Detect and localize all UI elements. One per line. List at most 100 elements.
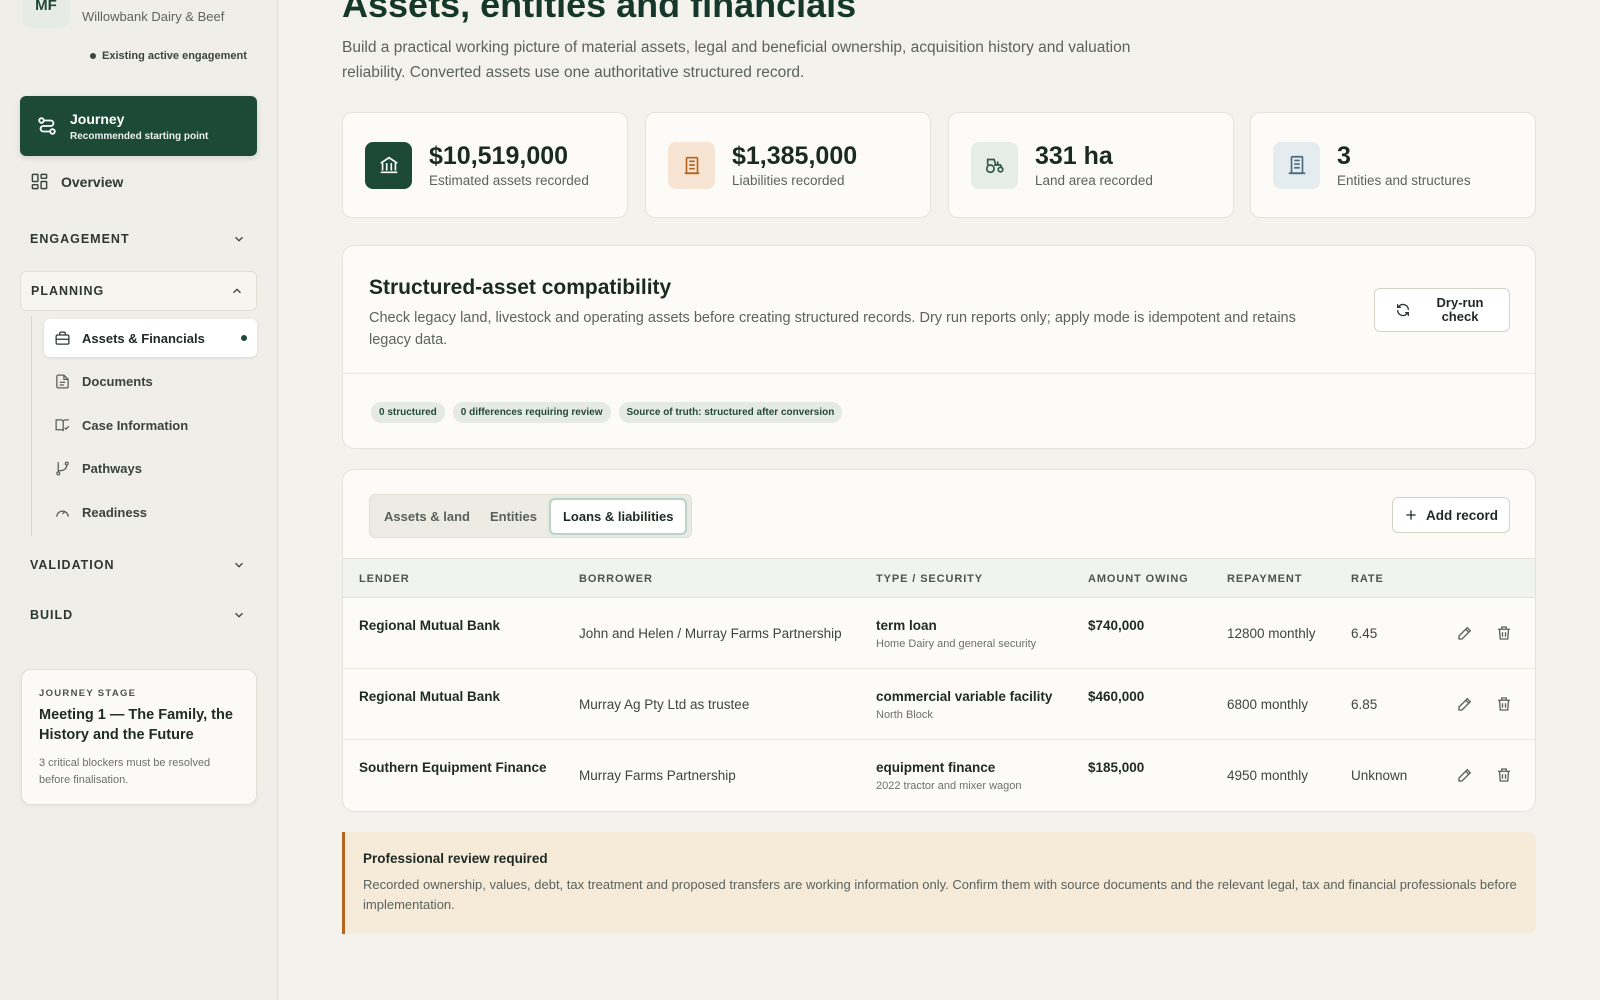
stat-label: Entities and structures: [1337, 173, 1471, 188]
briefcase-icon: [55, 330, 70, 345]
stat-value: $1,385,000: [732, 142, 858, 170]
add-record-label: Add record: [1425, 507, 1498, 523]
type-cell: term loan Home Dairy and general securit…: [876, 618, 1036, 650]
repayment-cell: 6800 monthly: [1227, 697, 1309, 712]
borrower-cell: Murray Ag Pty Ltd as trustee: [579, 697, 750, 712]
borrower-cell: Murray Farms Partnership: [579, 768, 736, 783]
trash-icon[interactable]: [1495, 695, 1513, 713]
stat-value: 331 ha: [1035, 142, 1113, 170]
book-check-icon: [55, 418, 70, 431]
borrower-cell: John and Helen / Murray Farms Partnershi…: [579, 626, 842, 641]
section-build[interactable]: BUILD: [30, 608, 246, 622]
sidebar-item-assets-financials[interactable]: Assets & Financials: [44, 319, 257, 357]
section-validation[interactable]: VALIDATION: [30, 558, 246, 572]
stat-value: $10,519,000: [429, 142, 569, 170]
tab-loans-liabilities[interactable]: Loans & liabilities: [548, 497, 688, 535]
sidebar-item-label: Documents: [82, 373, 153, 389]
building-icon: [1273, 141, 1320, 189]
sidebar: MF Willowbank Dairy & Beef Existing acti…: [0, 0, 278, 1000]
record-tabs: Assets & land Entities Loans & liabiliti…: [369, 494, 693, 538]
tab-assets-land[interactable]: Assets & land: [376, 499, 478, 534]
rate-cell: 6.45: [1351, 626, 1378, 641]
chevron-down-icon: [235, 612, 243, 618]
sidebar-item-case-information[interactable]: Case Information: [44, 406, 257, 444]
gauge-icon: [56, 510, 69, 517]
engagement-status: Existing active engagement: [90, 50, 247, 62]
section-validation-label: VALIDATION: [30, 558, 115, 572]
tractor-icon: [971, 141, 1018, 189]
sidebar-item-label: Pathways: [82, 460, 142, 476]
sidebar-item-documents[interactable]: Documents: [44, 362, 257, 400]
status-badge: 0 differences requiring review: [452, 402, 611, 423]
security-text: 2022 tractor and mixer wagon: [876, 780, 1022, 792]
tab-entities[interactable]: Entities: [482, 499, 545, 534]
route-icon: [38, 117, 56, 135]
status-dot-icon: [90, 53, 96, 59]
compatibility-title: Structured-asset compatibility: [369, 276, 672, 299]
lender-cell: Southern Equipment Finance: [359, 760, 547, 775]
sidebar-item-label: Case Information: [82, 417, 189, 433]
review-title: Professional review required: [363, 851, 548, 866]
stat-label: Liabilities recorded: [732, 173, 845, 188]
stat-card-land-area: 331 ha Land area recorded: [948, 112, 1234, 218]
stage-note: 3 critical blockers must be resolved bef…: [39, 757, 211, 786]
edit-icon[interactable]: [1456, 695, 1474, 713]
table-row: Southern Equipment Finance Murray Farms …: [343, 741, 1535, 811]
sidebar-item-readiness[interactable]: Readiness: [44, 493, 257, 531]
active-dot-icon: [241, 335, 247, 341]
sidebar-item-pathways[interactable]: Pathways: [44, 449, 257, 487]
sidebar-item-label: Readiness: [82, 504, 148, 520]
section-build-label: BUILD: [30, 608, 74, 622]
client-header: MF Willowbank Dairy & Beef: [22, 0, 224, 28]
section-planning-label: PLANNING: [31, 284, 105, 298]
dry-run-check-button[interactable]: Dry-run check: [1374, 288, 1510, 332]
edit-icon[interactable]: [1456, 624, 1474, 642]
type-cell: equipment finance 2022 tractor and mixer…: [876, 760, 1022, 792]
table-row: Regional Mutual Bank John and Helen / Mu…: [343, 599, 1535, 669]
compatibility-text: Check legacy land, livestock and operati…: [369, 310, 1296, 348]
security-text: Home Dairy and general security: [876, 638, 1037, 650]
lender-cell: Regional Mutual Bank: [359, 689, 501, 704]
coins-icon: [668, 141, 715, 189]
bank-icon: [365, 141, 412, 189]
stage-kicker: JOURNEY STAGE: [39, 688, 137, 699]
document-icon: [56, 373, 69, 389]
journey-title: Journey: [70, 110, 125, 127]
chevron-down-icon: [235, 236, 243, 242]
client-avatar: MF: [22, 0, 70, 28]
refresh-icon: [1397, 303, 1409, 317]
amount-cell: $185,000: [1088, 760, 1145, 775]
chevron-up-icon: [233, 288, 241, 294]
column-header: LENDER: [359, 573, 410, 585]
stat-card-entities: 3 Entities and structures: [1250, 112, 1536, 218]
journey-button[interactable]: Journey Recommended starting point: [20, 96, 257, 156]
edit-icon[interactable]: [1456, 766, 1474, 784]
loan-type: commercial variable facility: [876, 689, 1053, 704]
compatibility-card: Structured-asset compatibility Check leg…: [342, 245, 1536, 449]
type-cell: commercial variable facility North Block: [876, 689, 1052, 721]
rate-cell: 6.85: [1351, 697, 1378, 712]
journey-stage-card: JOURNEY STAGE Meeting 1 — The Family, th…: [21, 669, 257, 805]
grid-icon: [31, 173, 48, 190]
section-engagement[interactable]: ENGAGEMENT: [30, 232, 246, 246]
planning-list: Assets & Financials Documents Case Infor…: [31, 316, 257, 536]
column-header: BORROWER: [579, 573, 653, 585]
sidebar-item-overview[interactable]: Overview: [30, 172, 123, 191]
stat-label: Land area recorded: [1035, 173, 1153, 188]
column-header: AMOUNT OWING: [1088, 573, 1189, 585]
trash-icon[interactable]: [1495, 766, 1513, 784]
lender-cell: Regional Mutual Bank: [359, 618, 501, 633]
loan-type: term loan: [876, 618, 937, 633]
section-planning[interactable]: PLANNING: [20, 271, 257, 311]
page-title: Assets, entities and financials: [342, 0, 857, 25]
table-row: Regional Mutual Bank Murray Ag Pty Ltd a…: [343, 670, 1535, 740]
trash-icon[interactable]: [1495, 624, 1513, 642]
stat-card-assets: $10,519,000 Estimated assets recorded: [342, 112, 628, 218]
compatibility-chips: 0 structured 0 differences requiring rev…: [371, 402, 843, 423]
add-record-button[interactable]: Add record: [1392, 497, 1510, 533]
sidebar-item-label: Assets & Financials: [82, 330, 205, 346]
amount-cell: $460,000: [1088, 689, 1145, 704]
review-text: Recorded ownership, values, debt, tax tr…: [363, 877, 1517, 912]
table-header: LENDER BORROWER TYPE / SECURITY AMOUNT O…: [343, 558, 1535, 598]
plus-icon: [1406, 510, 1416, 520]
